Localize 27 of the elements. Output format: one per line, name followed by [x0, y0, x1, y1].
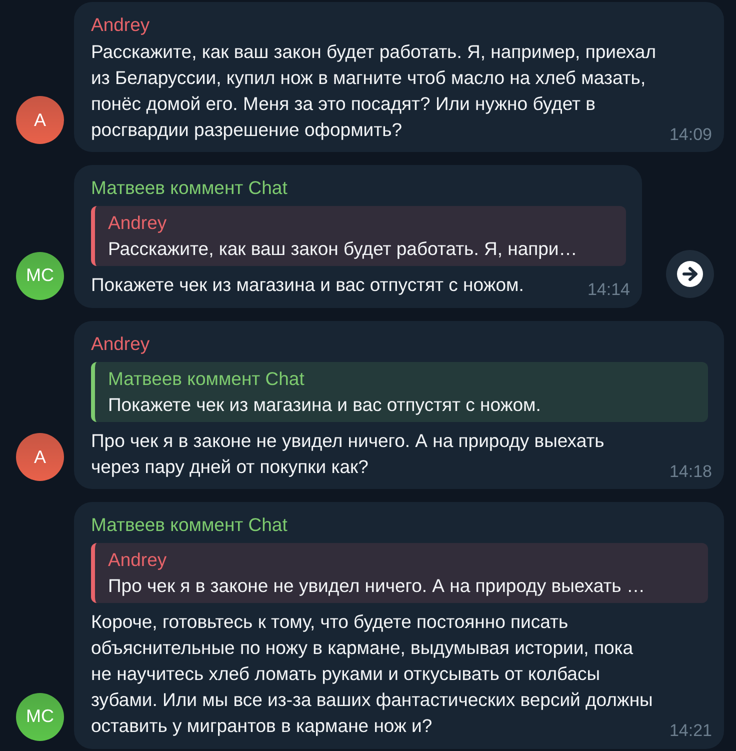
avatar: A — [16, 96, 64, 144]
reply-text: Покажете чек из магазина и вас отпустят с ножом. — [108, 392, 542, 417]
avatar: MC — [16, 692, 64, 741]
message-text: Короче, готовьтесь к тому, что будете постоянно писать объяснительные по ножу в кармане, выдумывая истории, пока не научитесь хлеб ломать руками и откусывать от колбасы зубами. Или мы все из-за ваших фантастических версий должны оставить у мигрантов в кармане нож и? — [91, 610, 654, 738]
message-time: 14:09 — [669, 124, 712, 146]
message-time: 14:21 — [669, 720, 712, 742]
avatar: MC — [16, 252, 64, 300]
avatar: A — [16, 433, 64, 482]
message-text: Про чек я в законе не увидел ничего. А на природу выехать через пару дней от покупки как? — [91, 428, 606, 479]
sender-name: Andrey — [91, 332, 150, 356]
message-time: 14:14 — [587, 279, 630, 302]
message-text: Покажете чек из магазина и вас отпустят с ножом. — [91, 273, 525, 298]
message-time: 14:18 — [669, 460, 712, 483]
sender-name: Матвеев коммент Chat — [91, 513, 288, 538]
share-button[interactable] — [666, 250, 714, 298]
arrow-right-icon — [676, 260, 704, 288]
reply-quote[interactable]: Andrey Про чек я в законе не увидел ничего. А на природу выехать … — [91, 543, 708, 604]
sender-name: Матвеев коммент Chat — [91, 176, 288, 200]
reply-sender: Andrey — [108, 548, 167, 572]
reply-sender: Матвеев коммент Chat — [108, 366, 304, 391]
reply-quote[interactable]: Andrey Расскажите, как ваш закон будет работать. Я, напри… — [91, 206, 626, 266]
reply-sender: Andrey — [108, 211, 167, 236]
reply-text: Про чек я в законе не увидел ничего. А на природу выехать … — [108, 574, 646, 598]
sender-name: Andrey — [91, 13, 150, 37]
reply-text: Расскажите, как ваш закон будет работать. Я, напри… — [108, 237, 578, 262]
message-text: Расскажите, как ваш закон будет работать. Я, например, приехал из Беларуссии, купил нож в магните чтоб масло на хлеб мазать, понёс домой его. Меня за это посадят? Или нужно будет в росгвардии разрешение оформить? — [91, 40, 657, 142]
reply-quote[interactable]: Матвеев коммент Chat Покажете чек из магазина и вас отпустят с ножом. — [91, 362, 708, 422]
